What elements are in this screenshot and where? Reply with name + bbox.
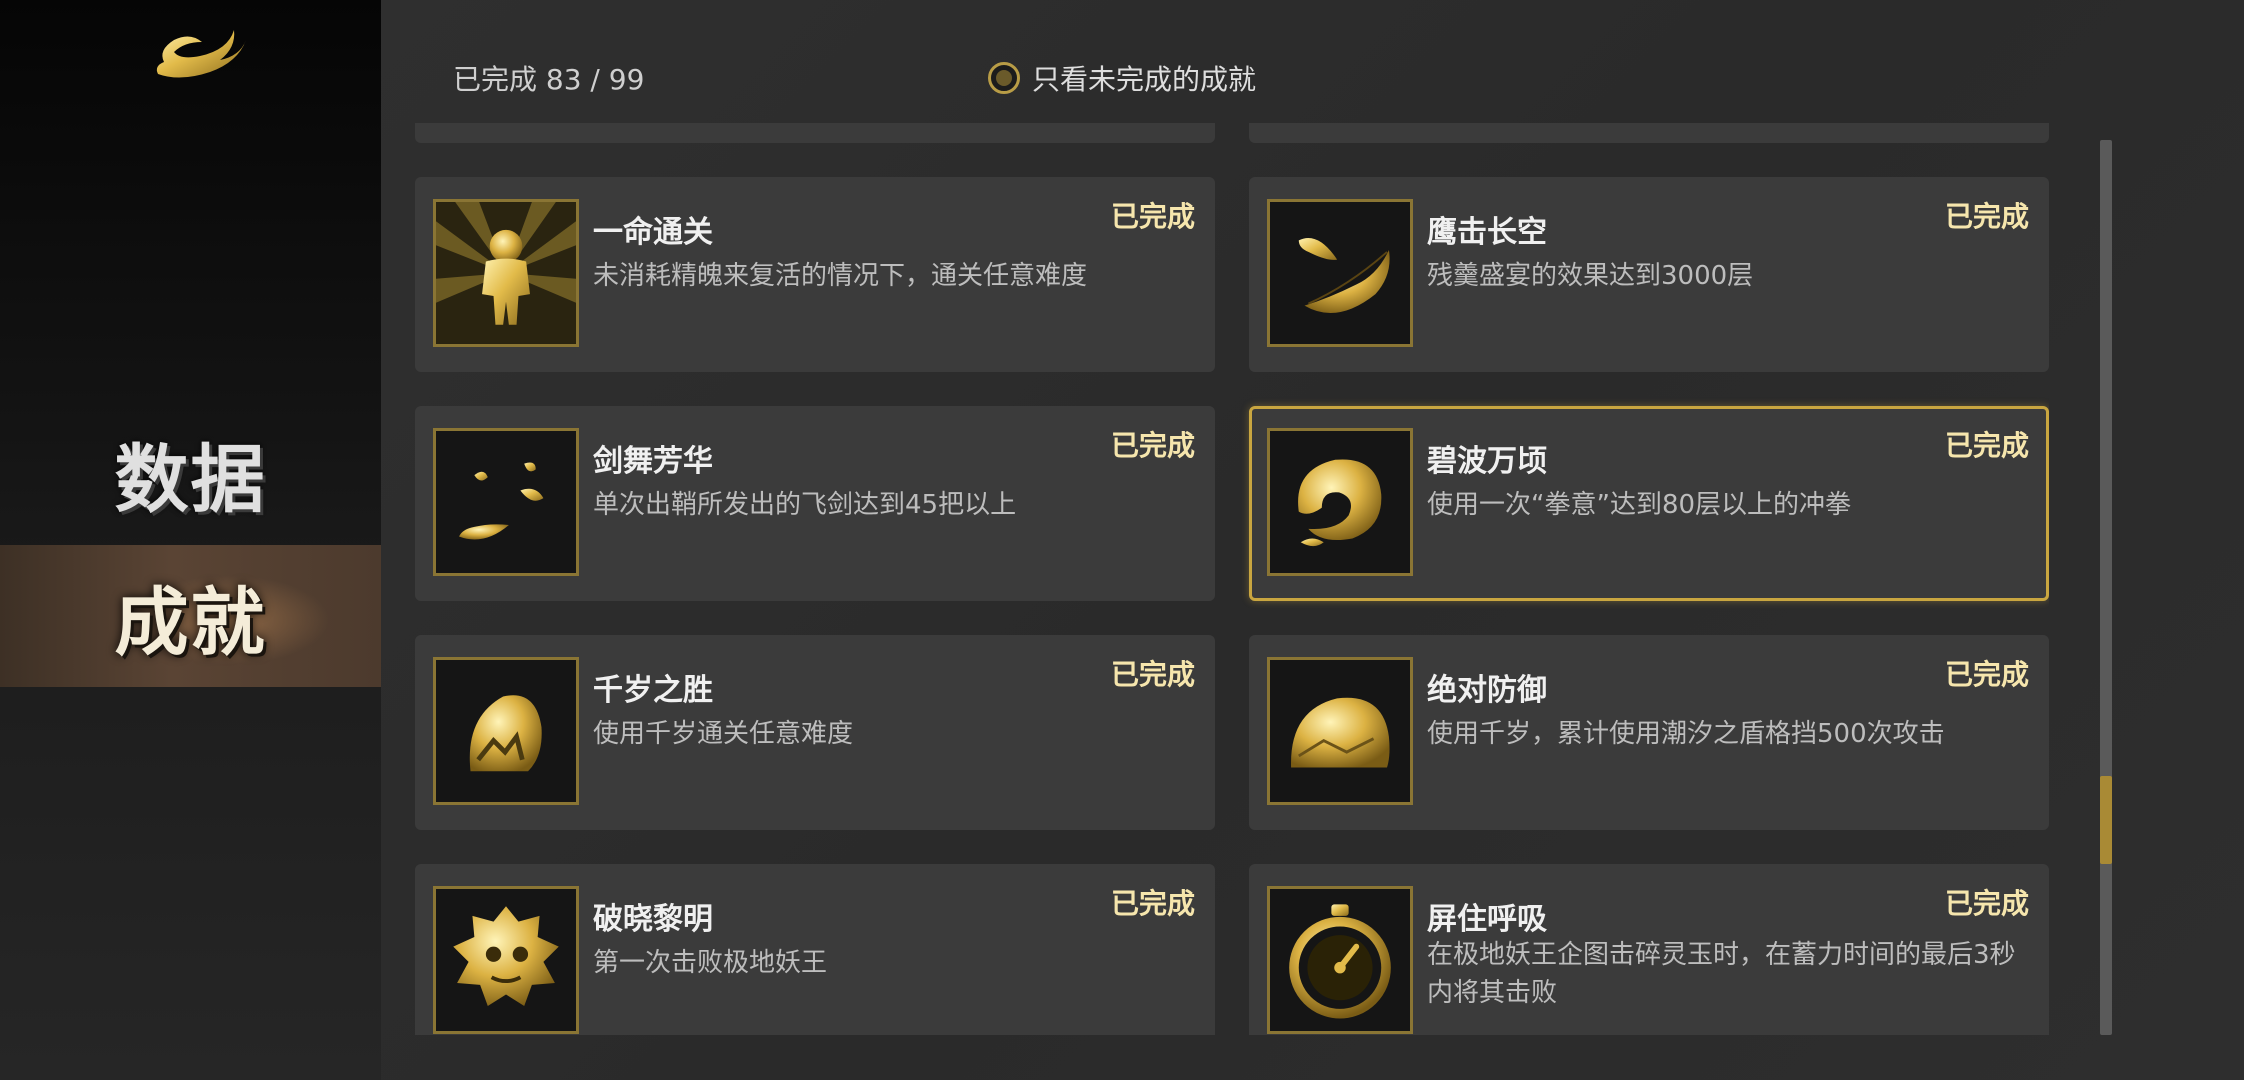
game-logo-icon <box>150 22 250 88</box>
achievement-title: 碧波万顷 <box>1427 444 1547 479</box>
achievement-description: 使用千岁通关任意难度 <box>593 719 854 749</box>
status-badge: 已完成 <box>1944 887 2029 920</box>
achievement-description: 第一次击败极地妖王 <box>593 948 828 978</box>
achievement-title: 一命通关 <box>593 215 713 250</box>
sidebar-item-achievements-label: 成就 <box>114 579 267 666</box>
sidebar-item-achievements[interactable]: 成就 <box>0 545 381 687</box>
sidebar-item-data[interactable]: 数据 <box>0 402 381 544</box>
stopwatch-icon <box>1267 886 1413 1034</box>
achievement-description: 使用千岁，累计使用潮汐之盾格挡500次攻击 <box>1427 719 1945 749</box>
achievement-card[interactable]: 一命通关 未消耗精魄来复活的情况下，通关任意难度 已完成 <box>415 177 1215 372</box>
status-badge: 已完成 <box>1944 658 2029 691</box>
sidebar: 数据 成就 <box>0 0 381 1080</box>
achievement-description: 残羹盛宴的效果达到3000层 <box>1427 261 1754 291</box>
achievement-card[interactable]: 千岁之胜 使用千岁通关任意难度 已完成 <box>415 635 1215 830</box>
achievement-title: 鹰击长空 <box>1427 215 1547 250</box>
wave-icon <box>1267 428 1413 576</box>
achievement-title: 屏住呼吸 <box>1427 902 1547 937</box>
list-item-partial <box>1249 123 2049 143</box>
achievement-list[interactable]: 一命通关 未消耗精魄来复活的情况下，通关任意难度 已完成 鹰击长空 残羹盛宴的效… <box>415 123 2049 1035</box>
achievement-card[interactable]: 绝对防御 使用千岁，累计使用潮汐之盾格挡500次攻击 已完成 <box>1249 635 2049 830</box>
list-item-partial <box>415 123 1215 143</box>
achievement-title: 剑舞芳华 <box>593 444 713 479</box>
achievement-title: 绝对防御 <box>1427 673 1547 708</box>
scrollbar-track[interactable] <box>2100 140 2112 1035</box>
achievement-card[interactable]: 破晓黎明 第一次击败极地妖王 已完成 <box>415 864 1215 1035</box>
filter-label: 只看未完成的成就 <box>1032 63 1257 96</box>
radio-button-icon[interactable] <box>988 62 1020 94</box>
feather-icon <box>1267 199 1413 347</box>
achievement-description: 单次出鞘所发出的飞剑达到45把以上 <box>593 490 1017 520</box>
completion-progress: 已完成 83 / 99 <box>453 63 645 96</box>
achievement-card[interactable]: 鹰击长空 残羹盛宴的效果达到3000层 已完成 <box>1249 177 2049 372</box>
figure-icon <box>433 199 579 347</box>
achievement-card[interactable]: 屏住呼吸 在极地妖王企图击碎灵玉时，在蓄力时间的最后3秒内将其击败 已完成 <box>1249 864 2049 1035</box>
demon-mask-icon <box>433 886 579 1034</box>
achievement-title: 破晓黎明 <box>593 902 713 937</box>
status-badge: 已完成 <box>1110 200 1195 233</box>
achievement-card[interactable]: 剑舞芳华 单次出鞘所发出的飞剑达到45把以上 已完成 <box>415 406 1215 601</box>
achievement-title: 千岁之胜 <box>593 673 713 708</box>
achievement-card[interactable]: 碧波万顷 使用一次“拳意”达到80层以上的冲拳 已完成 <box>1249 406 2049 601</box>
status-badge: 已完成 <box>1110 887 1195 920</box>
scrollbar-thumb[interactable] <box>2100 776 2112 864</box>
sidebar-item-data-label: 数据 <box>114 436 267 523</box>
shield-rock-icon <box>1267 657 1413 805</box>
unfinished-only-filter[interactable]: 只看未完成的成就 <box>988 58 1256 98</box>
status-badge: 已完成 <box>1110 658 1195 691</box>
achievement-description: 未消耗精魄来复活的情况下，通关任意难度 <box>593 261 1088 291</box>
petals-icon <box>433 428 579 576</box>
shell-icon <box>433 657 579 805</box>
status-badge: 已完成 <box>1110 429 1195 462</box>
status-badge: 已完成 <box>1944 200 2029 233</box>
achievement-description: 在极地妖王企图击碎灵玉时，在蓄力时间的最后3秒内将其击败 <box>1427 940 2016 1008</box>
status-badge: 已完成 <box>1944 429 2029 462</box>
achievement-description: 使用一次“拳意”达到80层以上的冲拳 <box>1427 490 1852 520</box>
